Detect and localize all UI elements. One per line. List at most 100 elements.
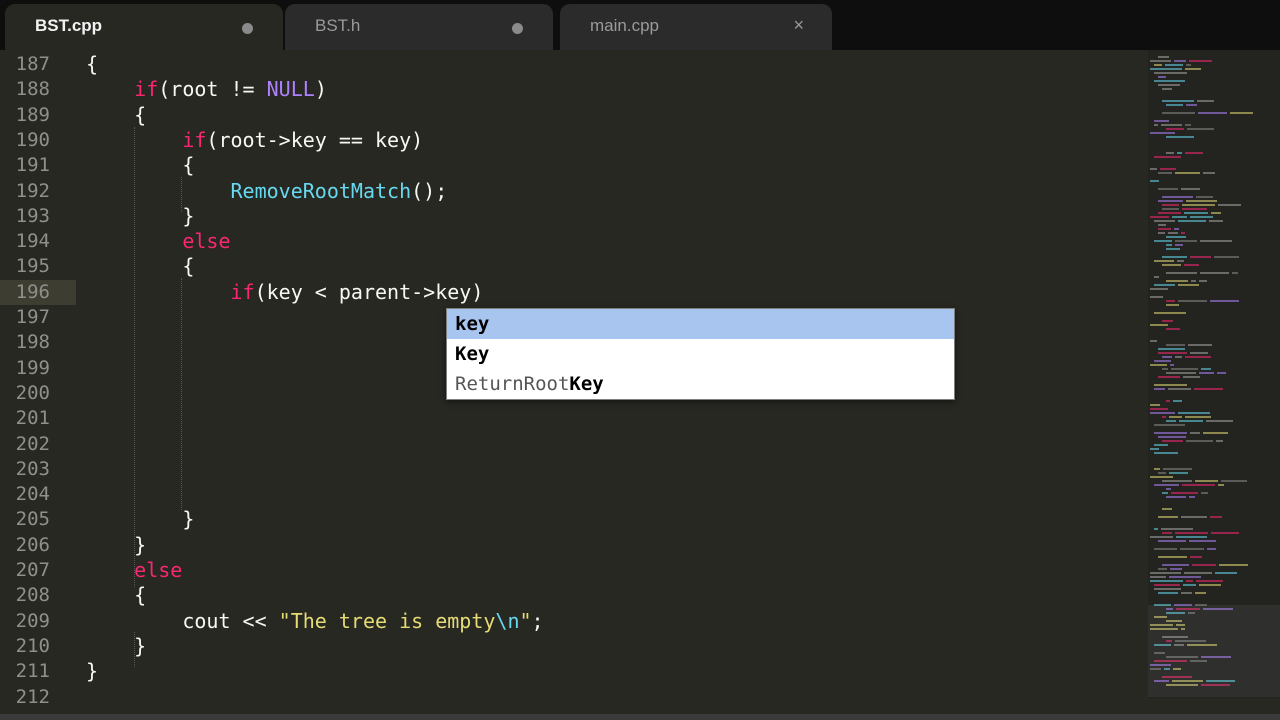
code-text: RemoveRootMatch(); [86, 179, 448, 204]
line-number: 197 [15, 306, 50, 328]
minimap-line [1203, 432, 1228, 434]
minimap-line [1154, 80, 1185, 82]
minimap-line [1211, 212, 1221, 214]
minimap-line [1185, 68, 1201, 70]
minimap-line [1201, 368, 1211, 370]
minimap-line [1199, 372, 1214, 374]
minimap-line [1165, 64, 1183, 66]
minimap-line [1150, 572, 1181, 574]
code-line[interactable]: 210 } [0, 634, 1148, 659]
minimap-line [1232, 272, 1238, 274]
minimap-line [1150, 288, 1168, 290]
minimap-line [1150, 404, 1160, 406]
minimap-line [1179, 420, 1203, 422]
minimap[interactable] [1148, 50, 1280, 698]
code-token: } [86, 532, 147, 557]
tab-label: BST.h [315, 16, 361, 35]
minimap-line [1181, 592, 1192, 594]
minimap-line [1162, 208, 1179, 210]
minimap-line [1166, 244, 1172, 246]
code-line[interactable]: 211} [0, 659, 1148, 684]
code-line[interactable]: 193 } [0, 204, 1148, 229]
minimap-line [1189, 60, 1212, 62]
minimap-line [1166, 248, 1180, 250]
line-number: 192 [15, 179, 50, 202]
minimap-line [1154, 384, 1187, 386]
minimap-line [1162, 356, 1172, 358]
minimap-line [1166, 344, 1185, 346]
minimap-viewport[interactable] [1148, 605, 1280, 697]
code-line[interactable]: 190 if(root->key == key) [0, 128, 1148, 153]
minimap-line [1185, 416, 1211, 418]
minimap-line [1150, 168, 1157, 170]
autocomplete-item[interactable]: key [447, 309, 954, 339]
modified-dot-icon[interactable] [512, 23, 523, 34]
code-token: else [134, 558, 183, 582]
minimap-line [1150, 576, 1166, 578]
line-number: 204 [15, 483, 50, 506]
line-number: 206 [15, 533, 50, 556]
code-text: if(root != NULL) [86, 77, 327, 102]
modified-dot-icon[interactable] [242, 23, 253, 34]
minimap-line [1184, 572, 1212, 574]
line-number: 211 [15, 660, 50, 683]
line-number: 195 [15, 255, 50, 278]
minimap-line [1154, 284, 1175, 286]
code-text: } [86, 659, 98, 684]
minimap-line [1162, 264, 1181, 266]
minimap-line [1154, 124, 1158, 126]
code-line[interactable]: 189 { [0, 103, 1148, 128]
code-line[interactable]: 195 { [0, 254, 1148, 279]
minimap-line [1201, 492, 1208, 494]
tab-main-cpp[interactable]: main.cpp × [560, 4, 832, 50]
horizontal-scrollbar[interactable] [0, 714, 1280, 720]
code-line[interactable]: 196 if(key < parent->key) [0, 279, 1148, 305]
code-text: if(root->key == key) [86, 128, 423, 153]
minimap-line [1166, 104, 1183, 106]
code-line[interactable]: 194 else [0, 229, 1148, 254]
minimap-line [1162, 564, 1189, 566]
code-line[interactable]: 201 [0, 406, 1148, 431]
code-line[interactable]: 209 cout << "The tree is empty\n"; [0, 609, 1148, 634]
code-text: cout << "The tree is empty\n"; [86, 608, 543, 634]
minimap-line [1150, 408, 1168, 410]
minimap-line [1150, 132, 1175, 134]
minimap-line [1169, 576, 1201, 578]
minimap-line [1166, 152, 1174, 154]
code-editor[interactable]: 187{188 if(root != NULL) 189 {190 if(root… [0, 50, 1148, 716]
minimap-line [1169, 416, 1182, 418]
minimap-line [1176, 536, 1207, 538]
minimap-line [1199, 584, 1221, 586]
close-icon[interactable]: × [793, 15, 804, 36]
line-number: 203 [15, 457, 50, 480]
autocomplete-item[interactable]: ReturnRootKey [447, 369, 954, 399]
minimap-line [1178, 284, 1199, 286]
code-line[interactable]: 203 [0, 457, 1148, 482]
code-line[interactable]: 187 { [0, 52, 1148, 77]
minimap-line [1178, 300, 1207, 302]
minimap-line [1150, 476, 1173, 478]
tab-bst-cpp[interactable]: BST.cpp [5, 4, 283, 50]
code-line[interactable]: 205 } [0, 507, 1148, 532]
code-text: { [86, 583, 146, 608]
autocomplete-item[interactable]: Key [447, 339, 954, 369]
code-line[interactable]: 191 { [0, 153, 1148, 178]
minimap-line [1190, 352, 1208, 354]
code-text: } [86, 204, 194, 229]
code-line[interactable]: 208 { [0, 583, 1148, 608]
code-token: " [519, 608, 532, 633]
minimap-line [1210, 300, 1239, 302]
minimap-line [1166, 372, 1196, 374]
tab-bst-h[interactable]: BST.h [285, 4, 553, 50]
code-line[interactable]: 202 [0, 432, 1148, 457]
code-line[interactable]: 188 if(root != NULL) [0, 77, 1148, 102]
minimap-line [1217, 372, 1226, 374]
code-line[interactable]: 207 else [0, 558, 1148, 583]
code-text: } [86, 507, 194, 532]
minimap-line [1200, 272, 1229, 274]
code-line[interactable]: 192 RemoveRootMatch(); [0, 179, 1148, 204]
code-line[interactable]: 206 } [0, 533, 1148, 558]
code-line[interactable]: 212 [0, 685, 1148, 710]
code-line[interactable]: 204 [0, 482, 1148, 507]
